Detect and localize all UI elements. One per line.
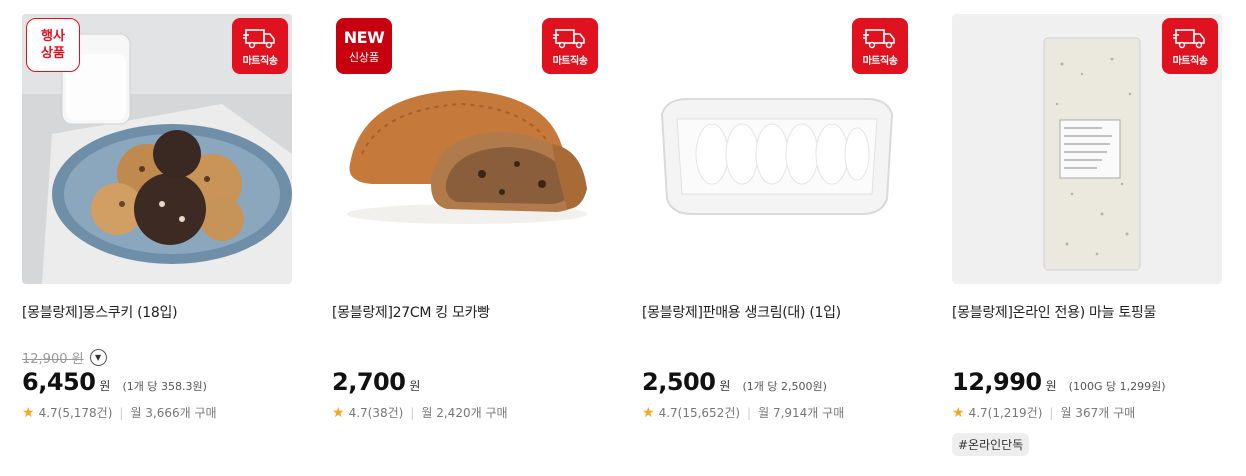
product-title[interactable]: [몽블랑제]온라인 전용) 마늘 토핑물 xyxy=(952,302,1222,322)
unit-price: (1개 당 358.3원) xyxy=(122,380,207,393)
product-card[interactable]: 마트직송 [몽블랑제]판매용 생크림(대) (1입) 2,500 원 (1개 당… xyxy=(642,14,912,421)
original-price: 12,900 원 xyxy=(22,351,84,367)
sale-price: 2,700 xyxy=(332,368,406,396)
star-icon: ★ xyxy=(332,404,345,421)
product-grid: 행사 상품 마트직송 [몽블랑제]몽스쿠키 (18입) 12,900 원 ▼ 6,… xyxy=(0,0,1246,476)
event-product-badge: 행사 상품 xyxy=(26,18,80,72)
original-price-row: 12,900 원 ▼ xyxy=(22,346,292,368)
product-card[interactable]: 마트직송 [몽블랑제]온라인 전용) 마늘 토핑물 12,990 원 (100G… xyxy=(952,14,1222,456)
unit-price: (1개 당 2,500원) xyxy=(742,380,827,393)
star-icon: ★ xyxy=(22,404,35,421)
currency-unit: 원 xyxy=(1045,379,1057,393)
chevron-down-circle-icon[interactable]: ▼ xyxy=(89,348,107,366)
delivery-truck-icon xyxy=(243,29,275,49)
sale-price: 6,450 xyxy=(22,368,96,396)
divider: | xyxy=(410,405,415,420)
product-card[interactable]: NEW 신상품 마트직송 [몽블랑제]27CM 킹 모카빵 2,700 원 ★ … xyxy=(332,14,602,421)
mart-delivery-badge: 마트직송 xyxy=(1162,18,1218,74)
product-image[interactable]: 마트직송 xyxy=(642,14,912,284)
product-image[interactable]: NEW 신상품 마트직송 xyxy=(332,14,602,284)
product-card[interactable]: 행사 상품 마트직송 [몽블랑제]몽스쿠키 (18입) 12,900 원 ▼ 6,… xyxy=(22,14,292,421)
online-exclusive-tag[interactable]: #온라인단독 xyxy=(952,433,1030,456)
sale-price: 2,500 xyxy=(642,368,716,396)
review-meta: ★ 4.7(38건) | 월 2,420개 구매 xyxy=(332,404,602,421)
star-icon: ★ xyxy=(642,404,655,421)
delivery-truck-icon xyxy=(863,29,895,49)
review-meta: ★ 4.7(5,178건) | 월 3,666개 구매 xyxy=(22,404,292,421)
rating: 4.7(15,652건) xyxy=(658,406,741,420)
monthly-purchases: 월 3,666개 구매 xyxy=(130,406,217,420)
price-row: 2,500 원 (1개 당 2,500원) xyxy=(642,368,912,396)
review-meta: ★ 4.7(1,219건) | 월 367개 구매 xyxy=(952,404,1222,421)
currency-unit: 원 xyxy=(99,379,111,393)
sale-price: 12,990 xyxy=(952,368,1042,396)
delivery-truck-icon xyxy=(553,29,585,49)
delivery-truck-icon xyxy=(1173,29,1205,49)
price-row: 12,990 원 (100G 당 1,299원) xyxy=(952,368,1222,396)
rating: 4.7(38건) xyxy=(348,406,404,420)
unit-price: (100G 당 1,299원) xyxy=(1068,380,1166,393)
monthly-purchases: 월 2,420개 구매 xyxy=(421,406,508,420)
product-title[interactable]: [몽블랑제]판매용 생크림(대) (1입) xyxy=(642,302,912,322)
currency-unit: 원 xyxy=(409,379,421,393)
rating: 4.7(5,178건) xyxy=(38,406,113,420)
product-title[interactable]: [몽블랑제]몽스쿠키 (18입) xyxy=(22,302,292,322)
mart-delivery-badge: 마트직송 xyxy=(852,18,908,74)
product-image[interactable]: 마트직송 xyxy=(952,14,1222,284)
mart-delivery-badge: 마트직송 xyxy=(232,18,288,74)
review-meta: ★ 4.7(15,652건) | 월 7,914개 구매 xyxy=(642,404,912,421)
divider: | xyxy=(1049,405,1054,420)
product-image[interactable]: 행사 상품 마트직송 xyxy=(22,14,292,284)
monthly-purchases: 월 7,914개 구매 xyxy=(758,406,845,420)
price-row: 2,700 원 xyxy=(332,368,602,396)
divider: | xyxy=(119,405,124,420)
star-icon: ★ xyxy=(952,404,965,421)
divider: | xyxy=(747,405,752,420)
rating: 4.7(1,219건) xyxy=(968,406,1043,420)
mart-delivery-badge: 마트직송 xyxy=(542,18,598,74)
new-product-badge: NEW 신상품 xyxy=(336,18,392,74)
price-row: 6,450 원 (1개 당 358.3원) xyxy=(22,368,292,396)
currency-unit: 원 xyxy=(719,379,731,393)
monthly-purchases: 월 367개 구매 xyxy=(1060,406,1136,420)
product-title[interactable]: [몽블랑제]27CM 킹 모카빵 xyxy=(332,302,602,322)
